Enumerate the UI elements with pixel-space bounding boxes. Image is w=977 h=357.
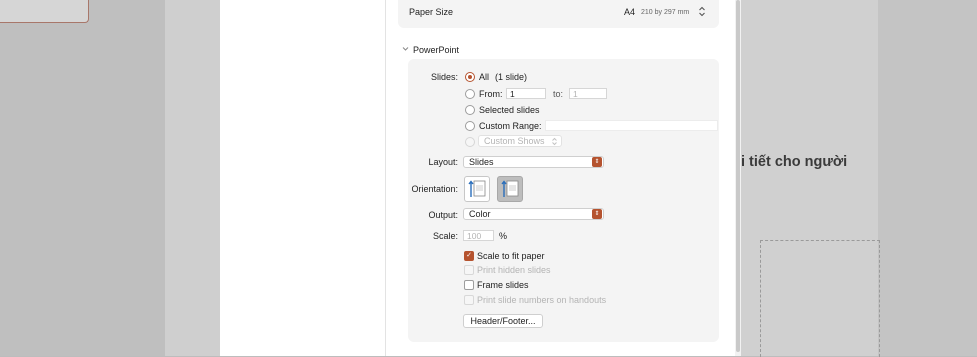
print-numbers-checkbox[interactable]: [464, 295, 474, 305]
radio-from-slides[interactable]: [465, 89, 475, 99]
paper-size-value[interactable]: A4: [624, 7, 635, 17]
output-label: Output:: [428, 210, 458, 220]
print-hidden-label[interactable]: Print hidden slides: [477, 265, 551, 275]
to-field[interactable]: 1: [569, 88, 607, 99]
output-stepper-icon: ⇕: [592, 209, 602, 219]
from-label: From:: [479, 89, 503, 99]
custom-range-label[interactable]: Custom Range:: [479, 121, 542, 131]
layout-stepper-icon: ⇕: [592, 157, 602, 167]
orientation-label: Orientation:: [411, 184, 458, 194]
slides-label: Slides:: [430, 72, 458, 82]
from-field[interactable]: 1: [506, 88, 546, 99]
background-slide-text: i tiết cho người: [741, 154, 848, 170]
custom-shows-select[interactable]: Custom Shows: [478, 135, 562, 147]
background-slide-left: [165, 0, 220, 356]
layout-value: Slides: [469, 157, 494, 167]
radio-custom-range[interactable]: [465, 121, 475, 131]
paper-size-dimensions: 210 by 297 mm: [641, 8, 690, 16]
scale-to-fit-label[interactable]: Scale to fit paper: [477, 251, 545, 261]
background-workspace-edge: [878, 0, 977, 356]
layout-label: Layout:: [428, 157, 458, 167]
all-slides-label[interactable]: All: [479, 72, 489, 82]
scrollbar-thumb[interactable]: [736, 0, 740, 352]
landscape-orientation-button[interactable]: [497, 176, 523, 202]
print-numbers-label[interactable]: Print slide numbers on handouts: [477, 295, 606, 305]
frame-slides-checkbox[interactable]: [464, 280, 474, 290]
up-down-chevron-icon[interactable]: [698, 6, 706, 19]
layout-select[interactable]: Slides: [463, 156, 604, 168]
to-label: to:: [553, 89, 564, 99]
chevron-down-icon[interactable]: [402, 45, 409, 54]
frame-slides-label[interactable]: Frame slides: [477, 280, 529, 290]
print-hidden-checkbox[interactable]: [464, 265, 474, 275]
custom-range-field[interactable]: [545, 120, 718, 131]
portrait-orientation-button[interactable]: [464, 176, 490, 202]
scale-field[interactable]: 100: [463, 230, 494, 241]
scale-to-fit-checkbox[interactable]: ✓: [464, 251, 474, 261]
radio-selected-slides[interactable]: [465, 105, 475, 115]
header-footer-button[interactable]: Header/Footer...: [463, 314, 543, 328]
radio-custom-shows[interactable]: [465, 137, 475, 147]
output-value: Color: [469, 209, 491, 219]
all-slides-count: (1 slide): [495, 72, 528, 82]
selected-slides-label[interactable]: Selected slides: [479, 105, 540, 115]
output-select[interactable]: Color: [463, 208, 604, 220]
powerpoint-section-title[interactable]: PowerPoint: [413, 45, 459, 55]
scale-unit: %: [499, 231, 508, 241]
background-thumbnail: [0, 0, 89, 23]
custom-shows-value: Custom Shows: [484, 136, 545, 146]
background-placeholder-box: [760, 240, 880, 357]
custom-shows-chevron-icon: [551, 137, 558, 148]
scale-label: Scale:: [432, 231, 458, 241]
radio-all-slides[interactable]: [465, 72, 475, 82]
paper-size-label: Paper Size: [409, 7, 454, 17]
preview-pane: [220, 0, 386, 356]
